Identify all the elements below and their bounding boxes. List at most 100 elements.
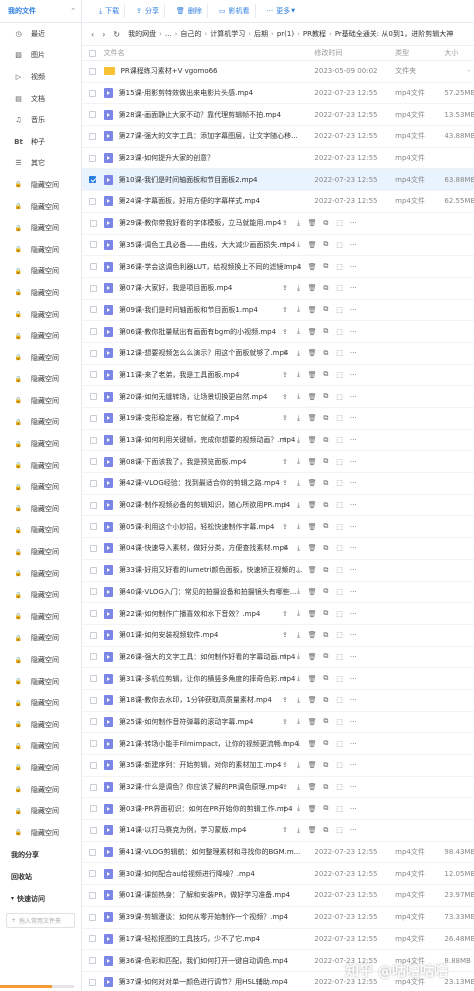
share-icon[interactable]: ⇪: [278, 284, 292, 292]
copy-icon[interactable]: ⧉: [319, 587, 333, 596]
download-icon[interactable]: ⤓: [292, 240, 306, 249]
table-row[interactable]: 第07课-大家好，我是项目面板.mp4 ⇪ ⤓ 🗑 ⧉ ⬚ ···: [82, 278, 474, 300]
row-checkbox[interactable]: [89, 263, 97, 271]
file-name[interactable]: 第11课-来了老弟，我是工具面板.mp4: [119, 370, 239, 380]
share-icon[interactable]: ⇪: [278, 740, 292, 748]
more-icon[interactable]: ···: [346, 306, 360, 314]
sidebar-item-hidden-space[interactable]: 🔒 隐藏空间: [0, 433, 81, 455]
sidebar-item-hidden-space[interactable]: 🔒 隐藏空间: [0, 692, 81, 714]
share-button[interactable]: ⇪ 分享: [131, 4, 165, 18]
sidebar-item-hidden-space[interactable]: 🔒 隐藏空间: [0, 282, 81, 304]
table-row[interactable]: 第11课-来了老弟，我是工具面板.mp4 ⇪ ⤓ 🗑 ⧉ ⬚ ···: [82, 365, 474, 387]
table-row[interactable]: 第12课-想要视频怎么么演示？用这个面板就够了.mp4 ⇪ ⤓ 🗑 ⧉ ⬚ ···: [82, 343, 474, 365]
trash-icon[interactable]: 🗑: [305, 458, 319, 466]
sidebar-item-hidden-space[interactable]: 🔒 隐藏空间: [0, 412, 81, 434]
file-name[interactable]: 第42课-VLOG经验：找到最适合你的剪辑之路.mp4: [119, 478, 280, 488]
trash-icon[interactable]: 🗑: [305, 263, 319, 271]
row-checkbox[interactable]: [89, 935, 97, 943]
table-row[interactable]: 第29课-教你带我好看的字体模板，立马就能用.mp4 ⇪ ⤓ 🗑 ⧉ ⬚ ···: [82, 213, 474, 235]
row-checkbox[interactable]: [89, 978, 97, 986]
table-row[interactable]: 第02课-制作视频必备的剪辑知识，随心所欲用PR.mp4 ⇪ ⤓ 🗑 ⧉ ⬚ ···: [82, 495, 474, 517]
download-icon[interactable]: ⤓: [292, 284, 306, 293]
refresh-icon[interactable]: ↻: [113, 30, 120, 39]
sidebar-item-hidden-space[interactable]: 🔒 隐藏空间: [0, 779, 81, 801]
more-icon[interactable]: ···: [346, 479, 360, 487]
table-row[interactable]: 第13课-如何利用关键帧，完成你想要的视频动画？.mp4 ⇪ ⤓ 🗑 ⧉ ⬚ ···: [82, 430, 474, 452]
download-icon[interactable]: ⤓: [292, 544, 306, 553]
share-icon[interactable]: ⇪: [278, 306, 292, 314]
my-share[interactable]: 我的分享: [0, 844, 81, 866]
download-icon[interactable]: ⤓: [292, 501, 306, 510]
trash-icon[interactable]: 🗑: [305, 783, 319, 791]
sidebar-item-hidden-space[interactable]: 🔒 隐藏空间: [0, 736, 81, 758]
download-icon[interactable]: ⤓: [292, 674, 306, 683]
file-name[interactable]: PR课程练习素材+V vgomo66: [121, 66, 218, 76]
share-icon[interactable]: ⇪: [278, 523, 292, 531]
sidebar-item-hidden-space[interactable]: 🔒 隐藏空间: [0, 606, 81, 628]
move-icon[interactable]: ⬚: [333, 479, 347, 487]
move-icon[interactable]: ⬚: [333, 414, 347, 422]
share-icon[interactable]: ⇪: [278, 610, 292, 618]
row-checkbox[interactable]: [89, 241, 97, 249]
trash-icon[interactable]: 🗑: [305, 328, 319, 336]
sidebar-item-hidden-space[interactable]: 🔒 隐藏空间: [0, 390, 81, 412]
file-name[interactable]: 第31课-多机位剪辑，让你的横竖多角度的摔奇色彩.mp4: [119, 674, 295, 684]
trash-icon[interactable]: 🗑: [305, 566, 319, 574]
trash-icon[interactable]: 🗑: [305, 761, 319, 769]
copy-icon[interactable]: ⧉: [319, 262, 333, 271]
file-name[interactable]: 第22课-如何制作广播喜效和水下音效？.mp4: [119, 609, 260, 619]
row-checkbox[interactable]: [89, 176, 97, 184]
quick-access-drop[interactable]: + 拖入常用文件夹: [6, 912, 75, 928]
sidebar-item-6[interactable]: ☰ 其它: [0, 153, 81, 175]
sidebar-item-hidden-space[interactable]: 🔒 隐藏空间: [0, 757, 81, 779]
table-row[interactable]: 第19课-变形稳定器，有它就稳了.mp4 ⇪ ⤓ 🗑 ⧉ ⬚ ···: [82, 408, 474, 430]
move-icon[interactable]: ⬚: [333, 458, 347, 466]
trash-icon[interactable]: 🗑: [305, 631, 319, 639]
move-icon[interactable]: ⬚: [333, 436, 347, 444]
file-name[interactable]: 第27课-强大的文字工具：添加字幕图层，让文字随心移...: [119, 131, 298, 141]
sidebar-item-hidden-space[interactable]: 🔒 隐藏空间: [0, 714, 81, 736]
table-row[interactable]: 第30课-如何配合au给视频进行降噪？.mp4 2022-07-23 12:55 m…: [82, 863, 474, 886]
share-icon[interactable]: ⇪: [278, 393, 292, 401]
table-row[interactable]: 第22课-如何制作广播喜效和水下音效？.mp4 ⇪ ⤓ 🗑 ⧉ ⬚ ···: [82, 603, 474, 625]
row-checkbox[interactable]: [89, 306, 97, 314]
download-icon[interactable]: ⤓: [292, 436, 306, 445]
move-icon[interactable]: ⬚: [333, 826, 347, 834]
sidebar-item-hidden-space[interactable]: 🔒 隐藏空间: [0, 671, 81, 693]
download-icon[interactable]: ⤓: [292, 609, 306, 618]
move-icon[interactable]: ⬚: [333, 566, 347, 574]
table-row[interactable]: 第21课-转场小能手Filmimpact，让你的视频更流畅.mp4 ⇪ ⤓ 🗑 ⧉ ⬚ ··…: [82, 733, 474, 755]
more-icon[interactable]: ···: [346, 653, 360, 661]
row-checkbox[interactable]: [89, 219, 97, 227]
sidebar-item-0[interactable]: ◷ 最近: [0, 23, 81, 45]
file-name[interactable]: 第06课-教你批量赋出有画面有bgm的小视频.mp4: [119, 327, 276, 337]
row-checkbox[interactable]: [89, 328, 97, 336]
download-icon[interactable]: ⤓: [292, 783, 306, 792]
sidebar-item-hidden-space[interactable]: 🔒 隐藏空间: [0, 174, 81, 196]
move-icon[interactable]: ⬚: [333, 631, 347, 639]
share-icon[interactable]: ⇪: [278, 718, 292, 726]
row-checkbox[interactable]: [89, 566, 97, 574]
file-name[interactable]: 第39课-剪辑漫谈：如何从零开始制作一个视频？.mp4: [119, 912, 288, 922]
table-row[interactable]: 第26课-强大的文字工具：如何制作好看的字幕动画.mp4 ⇪ ⤓ 🗑 ⧉ ⬚ ···: [82, 647, 474, 669]
file-name[interactable]: 第01课-课前热身：了解和安装PR，做好学习准备.mp4: [119, 890, 290, 900]
delete-button[interactable]: 🗑 删除: [171, 4, 208, 18]
table-row[interactable]: 第36课-学会这调色利器LUT，给视频换上不同的滤镜.mp4 ⇪ ⤓ 🗑 ⧉ ⬚ ···: [82, 256, 474, 278]
row-checkbox[interactable]: [89, 523, 97, 531]
download-icon[interactable]: ⤓: [292, 479, 306, 488]
sidebar-item-hidden-space[interactable]: 🔒 隐藏空间: [0, 584, 81, 606]
row-checkbox[interactable]: [89, 393, 97, 401]
file-name[interactable]: 第03课-PR界面初识：如何在PR开始你的剪辑工作.mp4: [119, 804, 293, 814]
trash-icon[interactable]: 🗑: [305, 306, 319, 314]
table-row[interactable]: 第14课-以打马赛克为例，学习蒙版.mp4 ⇪ ⤓ 🗑 ⧉ ⬚ ···: [82, 820, 474, 842]
row-checkbox[interactable]: [89, 414, 97, 422]
more-icon[interactable]: ···: [346, 566, 360, 574]
file-name[interactable]: 第28课-画面静止大家不动？靠代理剪辑帧不拍.mp4: [119, 110, 281, 120]
forward-icon[interactable]: ›: [102, 30, 105, 39]
sidebar-item-4[interactable]: ♫ 音乐: [0, 109, 81, 131]
copy-icon[interactable]: ⧉: [319, 739, 333, 748]
file-name[interactable]: 第15课-用影剪特效做出来电影片头感.mp4: [119, 88, 253, 98]
table-row[interactable]: 第03课-PR界面初识：如何在PR开始你的剪辑工作.mp4 ⇪ ⤓ 🗑 ⧉ ⬚ ···: [82, 798, 474, 821]
download-icon[interactable]: ⤓: [292, 696, 306, 705]
row-checkbox[interactable]: [89, 154, 97, 162]
